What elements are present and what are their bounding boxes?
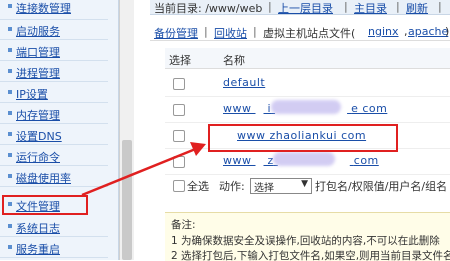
bullet-icon bbox=[8, 111, 12, 115]
bullet-icon bbox=[8, 202, 12, 206]
site-name-prefix: www bbox=[223, 154, 252, 167]
scrollbar-thumb[interactable] bbox=[122, 140, 132, 260]
nginx-link[interactable]: nginx bbox=[368, 25, 399, 38]
bullet-icon bbox=[8, 153, 12, 157]
column-name: 名称 bbox=[223, 54, 245, 67]
row-checkbox[interactable] bbox=[173, 104, 185, 116]
redaction-blur bbox=[273, 152, 335, 166]
highlight-box bbox=[208, 124, 398, 152]
sidebar-item-label: IP设置 bbox=[16, 88, 48, 101]
row-checkbox[interactable] bbox=[173, 130, 185, 142]
sidebar-item-disk-usage[interactable]: 磁盘使用率 bbox=[0, 167, 108, 187]
notes-title: 备注: bbox=[171, 219, 196, 231]
site-name-prefix: www bbox=[223, 102, 252, 115]
bullet-icon bbox=[8, 224, 12, 228]
separator: | bbox=[268, 0, 272, 13]
notes-box: 备注: 1 为确保数据安全及误操作,回收站的内容,不可以在此删除 2 选择打包后… bbox=[165, 212, 450, 261]
file-manager-panel: 当前目录: /www/web | 上一层目录 | 主目录 | 刷新 | 备份管理… bbox=[150, 0, 450, 261]
backup-link[interactable]: 备份管理 bbox=[154, 25, 198, 41]
select-all-checkbox[interactable] bbox=[173, 180, 185, 192]
sidebar-item-file-manager[interactable]: 文件管理 bbox=[2, 195, 88, 215]
sidebar-item-dns[interactable]: 设置DNS bbox=[0, 125, 108, 145]
site-name-suffix: com bbox=[353, 154, 379, 167]
separator: | bbox=[396, 0, 400, 13]
sidebar-item-label: 运行命令 bbox=[16, 151, 60, 164]
home-directory-link[interactable]: 主目录 bbox=[354, 0, 387, 16]
dropdown-arrow-icon: ▼ bbox=[301, 179, 308, 189]
current-directory: 当前目录: /www/web bbox=[154, 2, 263, 15]
select-all-label: 全选 bbox=[187, 180, 209, 193]
vhost-label: 虚拟主机站点文件( bbox=[263, 27, 356, 40]
sidebar-item-system-log[interactable]: 系统日志 bbox=[0, 217, 108, 237]
separator: | bbox=[344, 0, 348, 13]
sidebar-item-connections[interactable]: 连接数管理 bbox=[0, 0, 108, 20]
sidebar-item-ports[interactable]: 端口管理 bbox=[0, 41, 108, 61]
bullet-icon bbox=[8, 4, 12, 8]
bullet-icon bbox=[8, 69, 12, 73]
sidebar-item-label: 端口管理 bbox=[16, 46, 60, 59]
table-row: www i e com bbox=[165, 98, 450, 123]
sidebar-item-label: 启动服务 bbox=[16, 25, 60, 38]
sidebar-item-label: 进程管理 bbox=[16, 67, 60, 80]
action-select[interactable]: 选择 ▼ bbox=[250, 178, 312, 194]
separator: | bbox=[204, 25, 208, 38]
bullet-icon bbox=[8, 174, 12, 178]
site-link[interactable]: default bbox=[223, 76, 265, 89]
site-name-suffix: e com bbox=[351, 102, 388, 115]
toolbar: 备份管理 | 回收站 | 虚拟主机站点文件( nginx , apache ) bbox=[150, 22, 450, 41]
recycle-bin-link[interactable]: 回收站 bbox=[214, 25, 247, 41]
notes-line-2: 2 选择打包后,下输入打包文件名,如果空,则用当前目录文件名 bbox=[171, 250, 450, 261]
bullet-icon bbox=[8, 90, 12, 94]
bullet-icon bbox=[8, 27, 12, 31]
sidebar-item-restart-service[interactable]: 服务重启 bbox=[0, 238, 108, 258]
separator: | bbox=[253, 25, 257, 38]
sidebar-item-start-service[interactable]: 启动服务 bbox=[0, 20, 108, 40]
sidebar-item-processes[interactable]: 进程管理 bbox=[0, 62, 108, 82]
actions-bar: 全选 动作: 选择 ▼ 打包名/权限值/用户名/组名 bbox=[165, 176, 450, 198]
sidebar-item-label: 连接数管理 bbox=[16, 2, 71, 15]
vhost-close-paren: ) bbox=[445, 25, 450, 38]
table-header: 选择 名称 bbox=[165, 48, 450, 69]
path-bar: 当前目录: /www/web | 上一层目录 | 主目录 | 刷新 | bbox=[150, 0, 450, 15]
table-row: default bbox=[165, 72, 450, 97]
apache-link[interactable]: apache bbox=[408, 25, 448, 38]
sidebar-item-label: 设置DNS bbox=[16, 130, 62, 143]
sidebar-item-label: 磁盘使用率 bbox=[16, 172, 71, 185]
sidebar-item-label: 内存管理 bbox=[16, 109, 60, 122]
extra-fields-label: 打包名/权限值/用户名/组名 bbox=[315, 180, 448, 193]
column-select: 选择 bbox=[169, 54, 191, 67]
sidebar-item-label: 服务重启 bbox=[16, 243, 60, 256]
bullet-icon bbox=[8, 132, 12, 136]
action-select-value: 选择 bbox=[254, 183, 274, 194]
sidebar-scrollbar[interactable] bbox=[119, 0, 134, 260]
notes-line-1: 1 为确保数据安全及误操作,回收站的内容,不可以在此删除 bbox=[171, 235, 440, 247]
sidebar: 连接数管理 启动服务 端口管理 进程管理 IP设置 内存管理 设置DNS 运行命… bbox=[0, 0, 119, 260]
sidebar-item-memory[interactable]: 内存管理 bbox=[0, 104, 108, 124]
sidebar-item-ip-settings[interactable]: IP设置 bbox=[0, 83, 108, 103]
refresh-link[interactable]: 刷新 bbox=[406, 0, 428, 16]
row-checkbox[interactable] bbox=[173, 156, 185, 168]
sidebar-item-label: 文件管理 bbox=[16, 200, 60, 213]
table-row: www z com bbox=[165, 150, 450, 175]
bullet-icon bbox=[8, 48, 12, 52]
row-checkbox[interactable] bbox=[173, 78, 185, 90]
sidebar-item-label: 系统日志 bbox=[16, 222, 60, 235]
up-directory-link[interactable]: 上一层目录 bbox=[278, 0, 333, 16]
redaction-blur bbox=[271, 100, 341, 114]
bullet-icon bbox=[8, 245, 12, 249]
action-label: 动作: bbox=[219, 180, 245, 193]
separator: | bbox=[438, 0, 442, 13]
sidebar-item-run-command[interactable]: 运行命令 bbox=[0, 146, 108, 166]
